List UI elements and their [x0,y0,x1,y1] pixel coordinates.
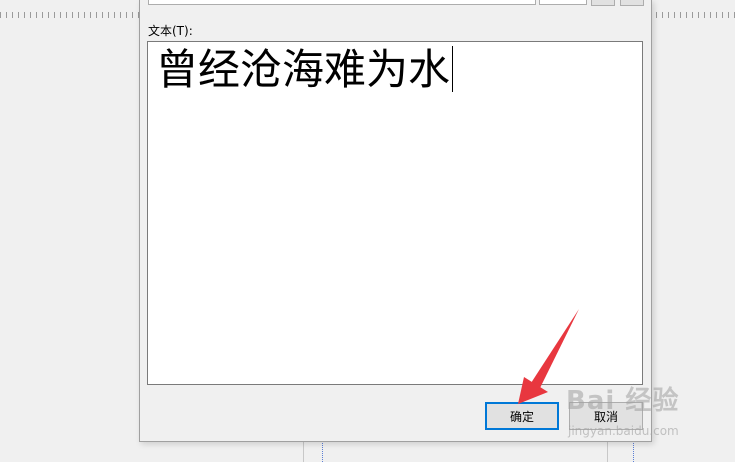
font-field[interactable] [148,0,536,5]
text-input[interactable]: 曾经沧海难为水 [147,41,643,385]
text-label: 文本(T): [148,24,193,38]
watermark-logo: Bai 经验 [566,386,680,416]
size-field[interactable] [539,0,587,5]
page-edge [303,440,304,462]
ruler-left [0,0,140,22]
page-edge [607,440,608,462]
watermark-url: jingyan.baidu.com [568,424,679,438]
margin-guide [633,440,634,462]
text-content: 曾经沧海难为水 [156,45,451,94]
ruler-right [650,0,735,22]
text-caret [452,46,454,92]
italic-toggle-button[interactable] [620,0,644,6]
watermark: Bai 经验 jingyan.baidu.com [566,380,731,442]
text-dialog: 文本(T): 曾经沧海难为水 确定 取消 [139,0,652,442]
bold-toggle-button[interactable] [591,0,615,6]
margin-guide [322,440,323,462]
ok-button[interactable]: 确定 [485,402,559,430]
